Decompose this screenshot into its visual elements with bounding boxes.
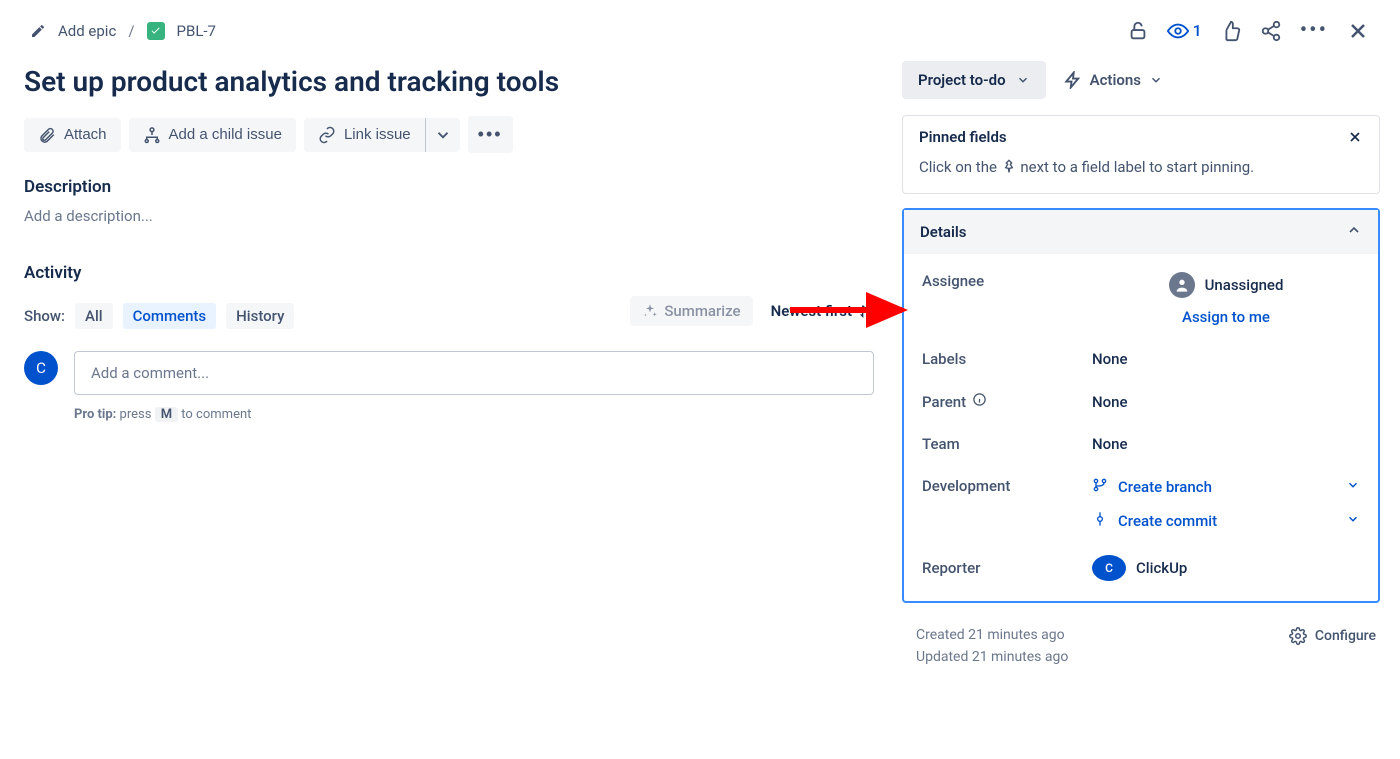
parent-row: Parent None bbox=[904, 380, 1378, 423]
breadcrumb: Add epic / PBL-7 bbox=[30, 22, 216, 40]
reporter-value[interactable]: c ClickUp bbox=[1092, 555, 1360, 581]
summarize-button[interactable]: Summarize bbox=[630, 296, 752, 326]
attach-label: Attach bbox=[64, 126, 107, 143]
info-icon[interactable] bbox=[972, 392, 987, 411]
branch-icon bbox=[1092, 477, 1108, 497]
parent-value[interactable]: None bbox=[1092, 393, 1360, 411]
create-commit-button[interactable]: Create commit bbox=[1092, 511, 1360, 531]
tab-history[interactable]: History bbox=[226, 303, 294, 329]
add-child-button[interactable]: Add a child issue bbox=[129, 118, 296, 152]
assignee-value[interactable]: Unassigned bbox=[1169, 272, 1284, 298]
details-title: Details bbox=[920, 223, 966, 241]
key-m: M bbox=[155, 407, 178, 422]
labels-value[interactable]: None bbox=[1092, 350, 1360, 368]
assignee-label: Assignee bbox=[922, 272, 1092, 290]
development-label: Development bbox=[922, 477, 1092, 495]
add-child-label: Add a child issue bbox=[169, 126, 282, 143]
chevron-up-icon bbox=[1346, 222, 1362, 242]
action-bar: Attach Add a child issue Link issue ••• bbox=[24, 116, 874, 153]
link-issue-label: Link issue bbox=[344, 126, 411, 143]
link-issue-dropdown[interactable] bbox=[426, 118, 460, 152]
team-value[interactable]: None bbox=[1092, 435, 1360, 453]
actions-label: Actions bbox=[1090, 71, 1141, 89]
summarize-label: Summarize bbox=[664, 302, 740, 320]
activity-tabs: Show: All Comments History bbox=[24, 303, 294, 329]
labels-row: Labels None bbox=[904, 338, 1378, 380]
pin-icon bbox=[1001, 159, 1017, 179]
attach-button[interactable]: Attach bbox=[24, 118, 121, 152]
pro-tip-prefix: Pro tip: bbox=[74, 407, 116, 422]
edit-icon[interactable] bbox=[30, 23, 46, 39]
activity-heading: Activity bbox=[24, 263, 874, 283]
activity-section: Activity Show: All Comments History Summ… bbox=[24, 263, 874, 422]
watch-button[interactable]: 1 bbox=[1167, 20, 1202, 42]
status-dropdown[interactable]: Project to-do bbox=[902, 61, 1046, 99]
created-timestamp: Created 21 minutes ago bbox=[916, 627, 1068, 643]
more-icon[interactable]: ••• bbox=[1300, 18, 1328, 43]
link-issue-button[interactable]: Link issue bbox=[304, 118, 425, 152]
description-heading: Description bbox=[24, 177, 874, 197]
watch-count: 1 bbox=[1193, 21, 1202, 40]
tab-comments[interactable]: Comments bbox=[123, 303, 217, 329]
issue-title[interactable]: Set up product analytics and tracking to… bbox=[24, 65, 874, 98]
details-header[interactable]: Details bbox=[904, 210, 1378, 254]
assign-to-me-link[interactable]: Assign to me bbox=[1182, 308, 1270, 326]
updated-timestamp: Updated 21 minutes ago bbox=[916, 649, 1068, 665]
link-issue-group: Link issue bbox=[304, 118, 460, 152]
pinned-fields-title: Pinned fields bbox=[919, 128, 1007, 146]
reporter-label: Reporter bbox=[922, 559, 1092, 577]
actions-dropdown[interactable]: Actions bbox=[1064, 71, 1163, 89]
close-icon[interactable] bbox=[1346, 19, 1370, 43]
create-branch-button[interactable]: Create branch bbox=[1092, 477, 1360, 497]
chevron-down-icon bbox=[1346, 478, 1360, 496]
team-label: Team bbox=[922, 435, 1092, 453]
reporter-row: Reporter c ClickUp bbox=[904, 543, 1378, 593]
more-actions-button[interactable]: ••• bbox=[468, 116, 513, 153]
development-row: Development Create branch bbox=[904, 465, 1378, 543]
tab-all[interactable]: All bbox=[75, 303, 113, 329]
configure-label: Configure bbox=[1315, 628, 1376, 644]
issue-key-link[interactable]: PBL-7 bbox=[177, 22, 216, 40]
current-user-avatar: c bbox=[24, 351, 58, 385]
pinned-fields-hint: Click on the next to a field label to st… bbox=[903, 158, 1379, 193]
description-placeholder[interactable]: Add a description... bbox=[24, 207, 874, 225]
labels-label: Labels bbox=[922, 350, 1092, 368]
status-label: Project to-do bbox=[918, 71, 1006, 89]
pinned-fields-panel: Pinned fields Click on the next to a fie… bbox=[902, 115, 1380, 194]
breadcrumb-separator: / bbox=[128, 22, 134, 40]
meta-footer: Created 21 minutes ago Updated 21 minute… bbox=[902, 617, 1380, 665]
assignee-row: Assignee Unassigned Assign to me bbox=[904, 260, 1378, 338]
commit-icon bbox=[1092, 511, 1108, 531]
thumbs-up-icon[interactable] bbox=[1220, 20, 1242, 42]
sort-label: Newest first bbox=[771, 302, 852, 320]
person-icon bbox=[1169, 272, 1195, 298]
reporter-avatar: c bbox=[1092, 555, 1126, 581]
close-pinned-icon[interactable] bbox=[1347, 129, 1363, 145]
parent-label: Parent bbox=[922, 392, 1092, 411]
share-icon[interactable] bbox=[1260, 20, 1282, 42]
sort-button[interactable]: Newest first bbox=[771, 302, 874, 320]
configure-button[interactable]: Configure bbox=[1289, 627, 1376, 645]
team-row: Team None bbox=[904, 423, 1378, 465]
top-icon-bar: 1 ••• bbox=[1127, 18, 1370, 43]
pro-tip: Pro tip: press M to comment bbox=[74, 407, 874, 422]
show-label: Show: bbox=[24, 307, 65, 325]
lock-open-icon[interactable] bbox=[1127, 20, 1149, 42]
details-panel: Details Assignee Unassigned bbox=[902, 208, 1380, 603]
add-epic-link[interactable]: Add epic bbox=[58, 22, 116, 40]
issue-type-icon bbox=[147, 22, 165, 40]
comment-input[interactable]: Add a comment... bbox=[74, 351, 874, 395]
chevron-down-icon bbox=[1346, 512, 1360, 530]
